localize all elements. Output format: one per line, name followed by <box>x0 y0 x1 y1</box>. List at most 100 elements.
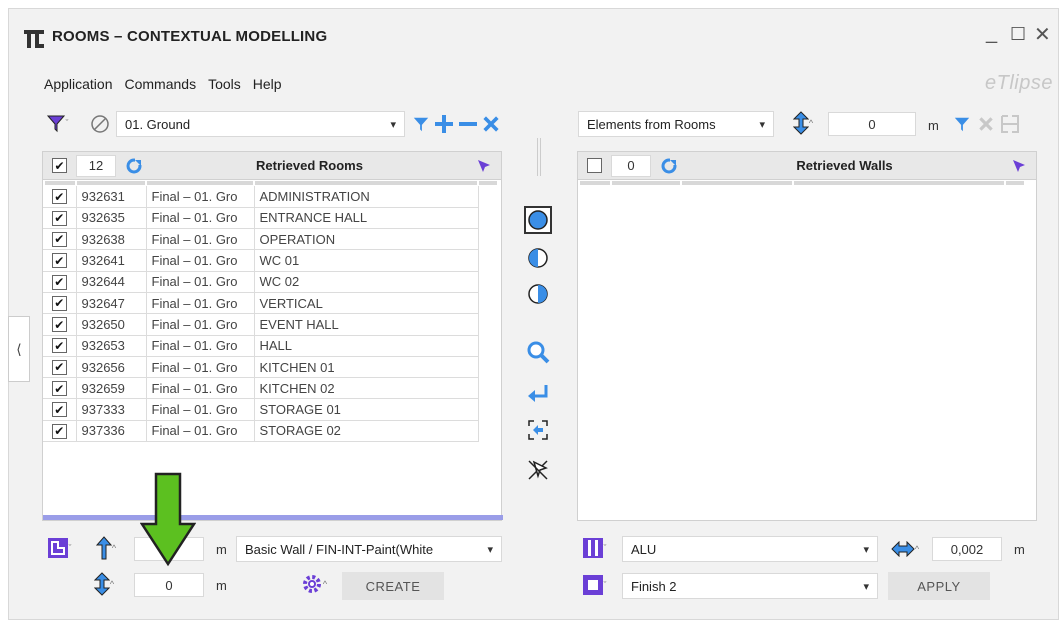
room-name: STORAGE 01 <box>254 398 479 421</box>
room-row[interactable]: ✔ 932638 Final – 01. Gro OPERATION <box>43 228 479 251</box>
filter-button[interactable] <box>409 112 433 136</box>
maximize-button[interactable]: ☐ <box>1010 24 1026 45</box>
chevron-down-icon: ▾ <box>863 580 869 593</box>
room-row-cell: ✔ <box>43 271 77 293</box>
room-level: Final – 01. Gro <box>146 398 255 421</box>
settings-button[interactable]: ^ <box>296 572 332 596</box>
room-row[interactable]: ✔ 932650 Final – 01. Gro EVENT HALL <box>43 313 479 336</box>
height-up-button[interactable]: ^ <box>88 536 124 560</box>
room-checkbox[interactable]: ✔ <box>51 381 67 397</box>
room-id: 932647 <box>76 292 147 315</box>
finish-select[interactable]: Finish 2 ▾ <box>622 573 878 599</box>
room-row[interactable]: ✔ 932659 Final – 01. Gro KITCHEN 02 <box>43 377 479 400</box>
finish-style-dropdown[interactable]: ˇ <box>577 573 611 597</box>
room-row[interactable]: ✔ 932644 Final – 01. Gro WC 02 <box>43 271 479 293</box>
room-checkbox[interactable]: ✔ <box>51 295 67 311</box>
room-checkbox[interactable]: ✔ <box>51 317 67 333</box>
chevron-up-icon: ^ <box>109 579 115 589</box>
source-select[interactable]: Elements from Rooms ▾ <box>578 111 774 137</box>
sidebar-toggle[interactable]: ⟨ <box>8 316 30 382</box>
refresh-icon[interactable] <box>126 157 142 174</box>
room-checkbox[interactable]: ✔ <box>51 402 67 418</box>
room-checkbox[interactable]: ✔ <box>51 253 67 269</box>
remove-button[interactable] <box>456 112 480 136</box>
room-checkbox[interactable]: ✔ <box>51 231 67 247</box>
arrows-vertical-icon <box>792 111 809 135</box>
thickness-button[interactable]: ^ <box>886 537 924 561</box>
walls-panel: 0 Retrieved Walls <box>577 151 1037 521</box>
room-row[interactable]: ✔ 932631 Final – 01. Gro ADMINISTRATION <box>43 186 479 208</box>
room-row[interactable]: ✔ 937333 Final – 01. Gro STORAGE 01 <box>43 398 479 421</box>
material-style-dropdown[interactable]: ˇ <box>577 536 611 560</box>
room-checkbox[interactable]: ✔ <box>51 189 67 205</box>
room-row[interactable]: ✔ 932641 Final – 01. Gro WC 01 <box>43 249 479 272</box>
room-row-cell: ✔ <box>43 228 77 251</box>
chevron-down-icon: ▾ <box>759 118 765 131</box>
select-all-mode-button[interactable] <box>524 206 552 234</box>
room-row-cell: ✔ <box>43 335 77 357</box>
no-selection-button[interactable] <box>88 112 112 136</box>
offset-updown-button[interactable]: ^ <box>86 572 122 596</box>
room-row[interactable]: ✔ 932647 Final – 01. Gro VERTICAL <box>43 292 479 315</box>
room-level: Final – 01. Gro <box>146 186 255 208</box>
menu-commands[interactable]: Commands <box>125 76 197 92</box>
annotation-arrow-icon <box>140 472 196 567</box>
wall-type-select[interactable]: Basic Wall / FIN-INT-Paint(White ▾ <box>236 536 502 562</box>
enter-arrow-icon <box>528 385 548 402</box>
walls-column-headers <box>578 180 1036 186</box>
room-row[interactable]: ✔ 932653 Final – 01. Gro HALL <box>43 335 479 357</box>
focus-selection-button[interactable] <box>526 418 550 442</box>
thickness-input[interactable]: 0,002 <box>932 537 1002 561</box>
refresh-icon[interactable] <box>661 157 677 174</box>
room-level: Final – 01. Gro <box>146 207 255 230</box>
deselect-cursor-button[interactable] <box>526 458 550 482</box>
wall-offset-input[interactable]: 0 <box>828 112 916 136</box>
wall-filter-button[interactable] <box>950 112 974 136</box>
clear-button[interactable] <box>479 112 503 136</box>
search-button[interactable] <box>526 340 550 364</box>
right-half-mode-button[interactable] <box>526 282 550 306</box>
room-row[interactable]: ✔ 937336 Final – 01. Gro STORAGE 02 <box>43 420 479 443</box>
add-button[interactable] <box>432 112 456 136</box>
menu-tools[interactable]: Tools <box>208 76 241 92</box>
room-level: Final – 01. Gro <box>146 356 255 379</box>
room-id: 937333 <box>76 398 147 421</box>
room-id: 932635 <box>76 207 147 230</box>
select-all-rooms-checkbox[interactable]: ✔ <box>52 158 67 173</box>
close-button[interactable]: ✕ <box>1034 22 1051 47</box>
room-checkbox[interactable]: ✔ <box>51 338 67 354</box>
room-row[interactable]: ✔ 932656 Final – 01. Gro KITCHEN 01 <box>43 356 479 379</box>
select-cursor-icon[interactable] <box>1012 159 1026 173</box>
full-circle-icon <box>528 210 548 230</box>
window-title: ROOMS – CONTEXTUAL MODELLING <box>52 28 328 45</box>
material-select[interactable]: ALU ▾ <box>622 536 878 562</box>
arrows-horizontal-icon <box>891 541 915 557</box>
room-id: 932653 <box>76 335 147 357</box>
return-button[interactable] <box>526 382 550 406</box>
room-checkbox[interactable]: ✔ <box>51 359 67 375</box>
level-select[interactable]: 01. Ground ▾ <box>116 111 405 137</box>
room-row[interactable]: ✔ 932635 Final – 01. Gro ENTRANCE HALL <box>43 207 479 230</box>
wall-clear-button[interactable] <box>974 112 998 136</box>
wall-layer-icon <box>582 538 603 558</box>
menu-application[interactable]: Application <box>44 76 113 92</box>
select-cursor-icon[interactable] <box>477 159 491 173</box>
filter-dropdown-button[interactable]: ˇ <box>42 111 72 135</box>
wall-style-dropdown[interactable]: ˇ <box>42 536 76 560</box>
offset-input[interactable]: 0 <box>134 573 204 597</box>
chevron-down-icon: ▾ <box>390 118 396 131</box>
room-checkbox[interactable]: ✔ <box>51 423 67 439</box>
left-half-mode-button[interactable] <box>526 246 550 270</box>
room-checkbox[interactable]: ✔ <box>51 210 67 226</box>
room-id: 932631 <box>76 186 147 208</box>
offset-updown-button[interactable]: ^ <box>786 111 820 135</box>
walls-header-title: Retrieved Walls <box>796 158 893 173</box>
select-all-walls-checkbox[interactable] <box>587 158 602 173</box>
apply-button[interactable]: APPLY <box>888 572 990 600</box>
room-checkbox[interactable]: ✔ <box>51 274 67 290</box>
create-button[interactable]: CREATE <box>342 572 444 600</box>
menu-help[interactable]: Help <box>253 76 282 92</box>
wall-split-button[interactable] <box>998 112 1022 136</box>
minimize-button[interactable]: _ <box>986 22 997 45</box>
splitter-handle[interactable] <box>537 138 541 176</box>
